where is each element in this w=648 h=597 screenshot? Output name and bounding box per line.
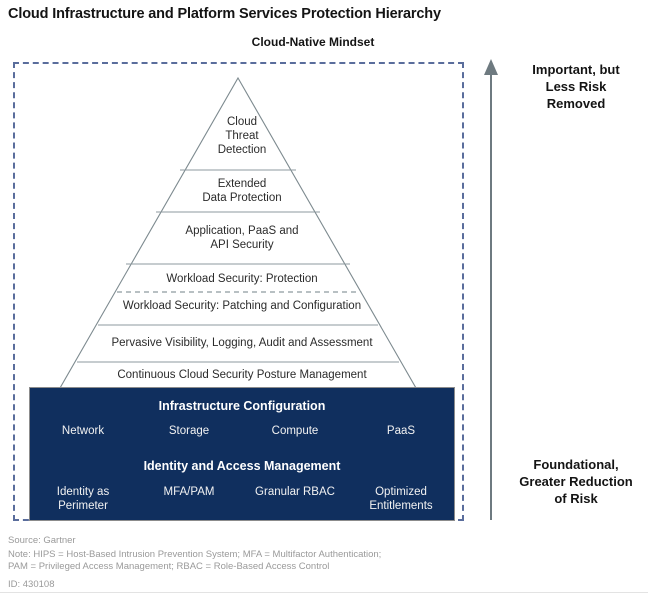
base-item-mfa-pam: MFA/PAM <box>163 486 215 498</box>
risk-label-bottom: Foundational, Greater Reduction of Risk <box>519 457 633 506</box>
pyramid-chart: Cloud Threat Detection Extended Data Protec… <box>29 70 455 388</box>
base-item-compute: Compute <box>271 425 319 437</box>
base-item-storage: Storage <box>168 425 210 437</box>
base-item-network: Network <box>61 425 105 437</box>
footnotes: Source: Gartner Note: HIPS = Host-Based … <box>8 535 478 591</box>
infrastructure-configuration-row: Network Storage Compute PaaS <box>30 424 454 438</box>
base-item-paas: PaaS <box>386 425 416 437</box>
identity-access-management-heading: Identity and Access Management <box>143 459 341 473</box>
base-item-optimized-entitlements: Optimized Entitlements <box>369 486 433 512</box>
base-item-granular-rbac: Granular RBAC <box>255 486 335 498</box>
page-title: Cloud Infrastructure and Platform Servic… <box>8 6 441 22</box>
chart-subtitle: Cloud-Native Mindset <box>251 35 375 49</box>
footnote-note-line-1: Note: HIPS = Host-Based Intrusion Preven… <box>8 548 382 560</box>
foundation-base-block: Infrastructure Configuration Network Sto… <box>29 387 455 521</box>
footnote-id: ID: 430108 <box>8 578 55 590</box>
base-item-identity-as-perimeter: Identity as Perimeter <box>56 486 110 512</box>
upward-arrow-icon <box>484 59 498 520</box>
bottom-divider <box>0 592 648 593</box>
infrastructure-configuration-heading: Infrastructure Configuration <box>158 399 326 413</box>
footnote-note-line-2: PAM = Privileged Access Management; RBAC… <box>8 561 330 572</box>
pyramid-outline-svg <box>59 76 417 388</box>
risk-axis-arrow-icon <box>482 58 500 520</box>
footnote-source: Source: Gartner <box>8 535 76 546</box>
identity-access-management-row: Identity as Perimeter MFA/PAM Granular RB… <box>30 485 454 513</box>
risk-label-top: Important, but Less Risk Removed <box>532 62 620 111</box>
